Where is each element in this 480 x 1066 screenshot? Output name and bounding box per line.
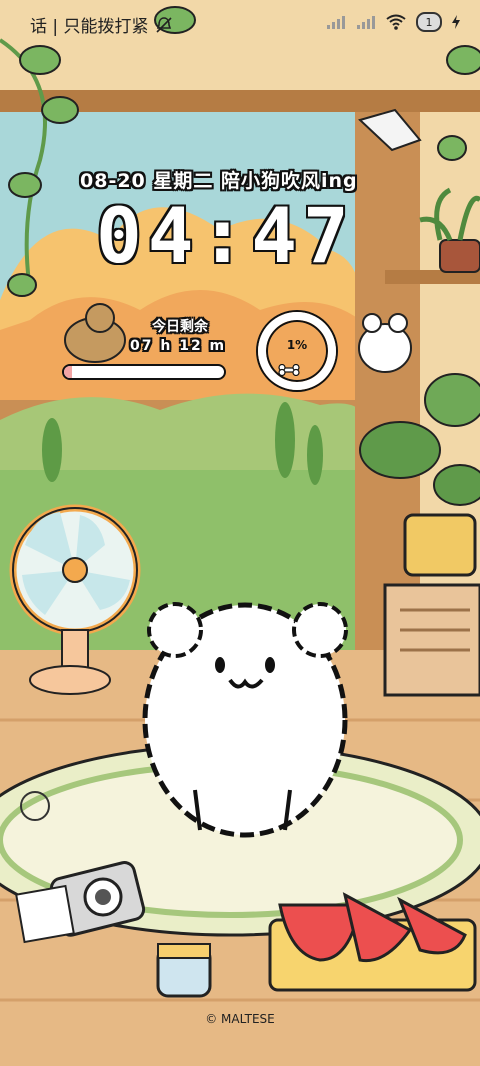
status-left: 话 | 只能拨打紧 <box>30 12 173 37</box>
date-line: 08-20 星期二 陪小狗吹风ing <box>80 170 358 192</box>
mute-icon <box>155 16 172 33</box>
signal-icon <box>327 16 345 29</box>
bone-icon <box>278 364 300 376</box>
day-progress-bar <box>62 364 226 380</box>
battery-icon: 1 <box>416 12 442 32</box>
clock-time: 04:47 <box>96 191 355 280</box>
status-bar: 话 | 只能拨打紧 1 <box>0 0 480 48</box>
widget-label: 今日剩余 <box>152 319 208 335</box>
status-right: 1 <box>326 12 460 32</box>
copyright-text: © MALTESE <box>205 1012 275 1026</box>
day-progress-fill <box>64 366 72 378</box>
widget-remaining-time: 07 h 12 m <box>130 338 227 354</box>
carrier-text: 话 | 只能拨打紧 <box>30 17 149 37</box>
wifi-icon <box>386 14 406 30</box>
signal-icon <box>357 16 375 29</box>
wallpaper-illustration <box>0 0 480 1066</box>
progress-ring-text: 1% <box>286 338 308 352</box>
charging-icon <box>452 15 460 29</box>
